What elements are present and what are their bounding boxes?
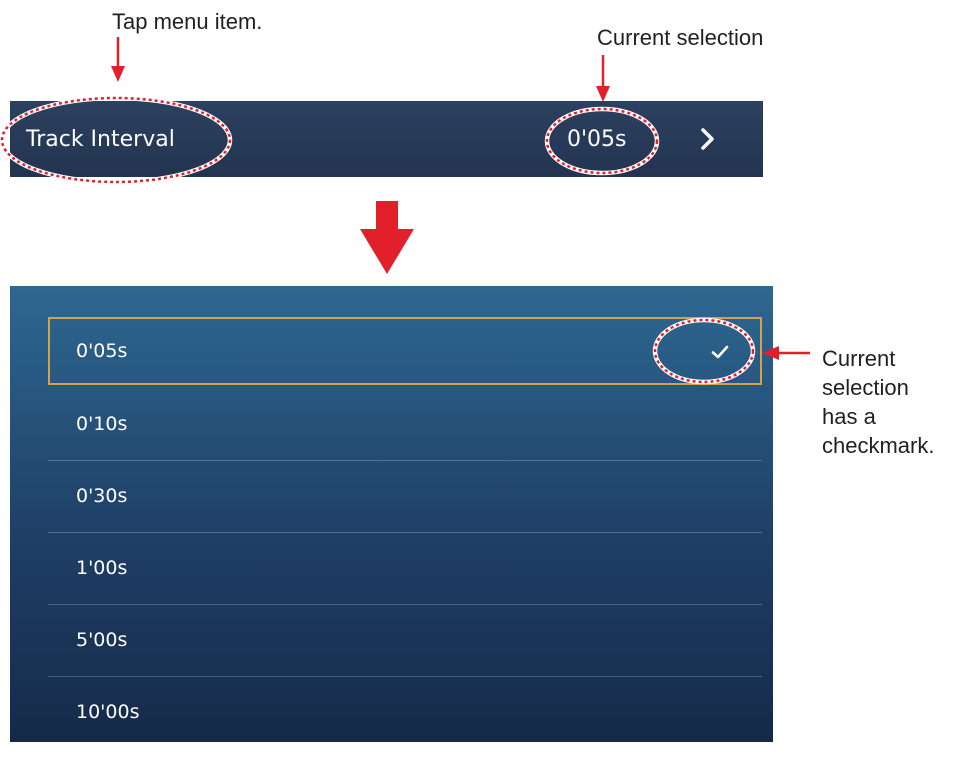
chevron-right-icon <box>701 128 714 150</box>
option-label: 10'00s <box>76 701 140 723</box>
arrow-down-icon <box>596 55 610 102</box>
menu-item-current-value: 0'05s <box>567 127 627 152</box>
option-row[interactable]: 0'10s <box>48 389 762 461</box>
option-row[interactable]: 5'00s <box>48 605 762 677</box>
option-label: 0'30s <box>76 485 128 507</box>
option-row[interactable]: 10'00s <box>48 677 762 742</box>
tap-menu-item-callout: Tap menu item. <box>112 9 263 34</box>
checkmark-callout-line-2: selection <box>822 375 909 400</box>
current-selection-callout: Current selection <box>597 25 764 50</box>
option-row[interactable]: 0'05s <box>48 317 762 385</box>
track-interval-menu-item[interactable]: Track Interval 0'05s <box>10 101 763 177</box>
options-list-panel: 0'05s 0'10s 0'30s 1'00s 5'00s 10'00s <box>10 286 773 742</box>
option-label: 1'00s <box>76 557 128 579</box>
option-label: 0'10s <box>76 413 128 435</box>
checkmark-callout-line-4: checkmark. <box>822 433 935 458</box>
option-label: 0'05s <box>76 340 128 362</box>
option-row[interactable]: 1'00s <box>48 533 762 605</box>
option-row[interactable]: 0'30s <box>48 461 762 533</box>
arrow-down-icon <box>111 37 125 82</box>
menu-item-label: Track Interval <box>26 127 175 152</box>
checkmark-callout-line-3: has a <box>822 404 876 429</box>
checkmark-callout-line-1: Current <box>822 346 896 371</box>
big-down-arrow-icon <box>360 201 414 274</box>
option-label: 5'00s <box>76 629 128 651</box>
checkmark-callout: Current selection has a checkmark. <box>822 344 934 460</box>
checkmark-icon <box>711 345 729 359</box>
